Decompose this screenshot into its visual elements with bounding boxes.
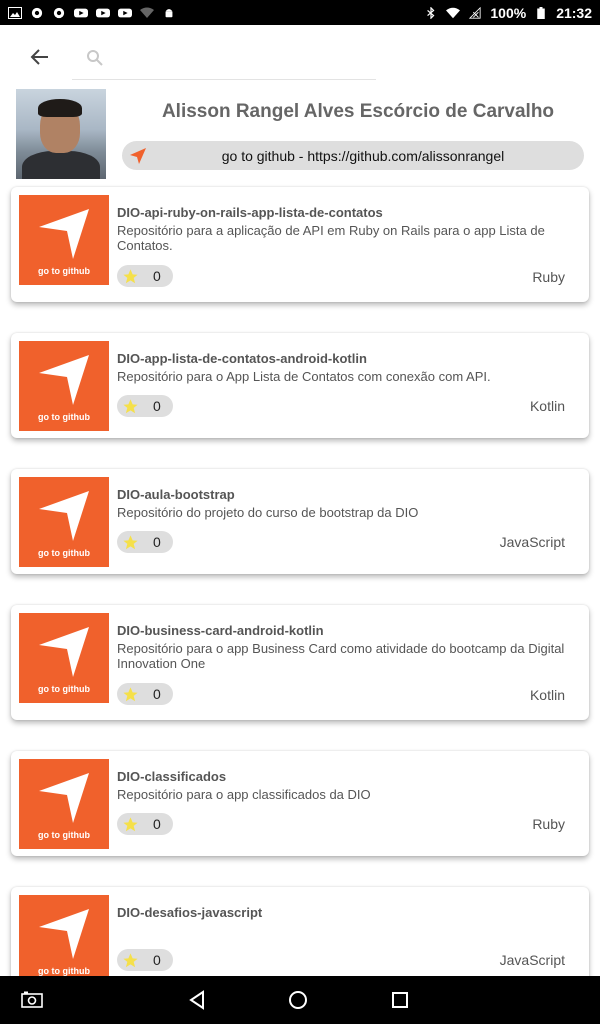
star-count: 0 <box>153 534 161 550</box>
navigation-arrow-icon <box>39 627 89 677</box>
navigation-arrow-icon <box>39 773 89 823</box>
system-status: 100% 21:32 <box>424 5 592 21</box>
repo-github-button[interactable]: go to github <box>19 759 109 849</box>
gallery-icon <box>8 6 22 19</box>
search-input[interactable] <box>112 48 362 72</box>
repo-github-button[interactable]: go to github <box>19 895 109 985</box>
screenshot-icon[interactable] <box>20 988 44 1012</box>
star-icon <box>123 953 138 968</box>
search-bar[interactable] <box>72 42 376 80</box>
home-nav-icon[interactable] <box>286 988 310 1012</box>
repo-card[interactable]: go to github DIO-desafios-javascript 0 J… <box>11 887 589 987</box>
app-bar <box>0 25 600 89</box>
star-count: 0 <box>153 686 161 702</box>
star-icon <box>123 399 138 414</box>
no-signal-icon <box>469 6 481 19</box>
youtube-icon <box>74 8 88 17</box>
wifi-icon <box>446 7 461 18</box>
star-count: 0 <box>153 268 161 284</box>
navigation-arrow-icon <box>39 909 89 959</box>
repo-language: Kotlin <box>529 687 565 703</box>
repo-title: DIO-aula-bootstrap <box>117 487 235 502</box>
android-icon <box>165 8 173 17</box>
repo-language: JavaScript <box>499 534 565 550</box>
repo-language: JavaScript <box>499 952 565 968</box>
repo-thumb-label: go to github <box>38 684 90 694</box>
repo-description: Repositório do projeto do curso de boots… <box>117 505 419 520</box>
star-icon <box>123 269 138 284</box>
chrome-icon <box>53 7 65 18</box>
repo-card[interactable]: go to github DIO-aula-bootstrap Repositó… <box>11 469 589 574</box>
repo-description: Repositório para o App Lista de Contatos… <box>117 369 491 384</box>
youtube-icon <box>118 8 132 17</box>
chrome-icon <box>31 7 43 18</box>
repo-thumb-label: go to github <box>38 830 90 840</box>
repo-description: Repositório para a aplicação de API em R… <box>117 223 545 253</box>
navigation-arrow-icon <box>39 491 89 541</box>
repo-title: DIO-api-ruby-on-rails-app-lista-de-conta… <box>117 205 383 220</box>
profile-name: Alisson Rangel Alves Escórcio de Carvalh… <box>161 101 555 122</box>
repo-title: DIO-business-card-android-kotlin <box>117 623 324 638</box>
repo-thumb-label: go to github <box>38 966 90 976</box>
repo-language: Ruby <box>532 269 565 285</box>
repo-github-button[interactable]: go to github <box>19 341 109 431</box>
navigation-arrow-icon <box>39 355 89 405</box>
repo-description: Repositório para o app Business Card com… <box>117 641 565 671</box>
star-count-badge: 0 <box>117 683 173 705</box>
star-count-badge: 0 <box>117 265 173 287</box>
arrow-back-icon <box>30 49 48 65</box>
star-icon <box>123 535 138 550</box>
star-count: 0 <box>153 952 161 968</box>
repo-thumb-label: go to github <box>38 548 90 558</box>
repo-github-button[interactable]: go to github <box>19 195 109 285</box>
repo-card[interactable]: go to github DIO-api-ruby-on-rails-app-l… <box>11 187 589 302</box>
github-profile-link[interactable]: go to github - https://github.com/alisso… <box>122 141 584 170</box>
repo-title: DIO-app-lista-de-contatos-android-kotlin <box>117 351 367 366</box>
navigation-arrow-icon <box>130 148 146 164</box>
back-nav-icon[interactable] <box>185 988 209 1012</box>
github-link-label: go to github - https://github.com/alisso… <box>221 147 505 164</box>
repo-github-button[interactable]: go to github <box>19 613 109 703</box>
repo-title: DIO-desafios-javascript <box>117 905 263 920</box>
avatar <box>16 89 106 179</box>
recents-nav-icon[interactable] <box>388 988 412 1012</box>
bluetooth-icon <box>427 6 435 19</box>
status-bar: 100% 21:32 <box>0 0 600 25</box>
star-icon <box>123 817 138 832</box>
system-nav-bar <box>0 976 600 1024</box>
star-count-badge: 0 <box>117 531 173 553</box>
clock: 21:32 <box>556 4 592 21</box>
search-icon <box>87 50 103 66</box>
repo-title: DIO-classificados <box>117 769 227 784</box>
star-icon <box>123 687 138 702</box>
navigation-arrow-icon <box>39 209 89 259</box>
star-count-badge: 0 <box>117 813 173 835</box>
star-count-badge: 0 <box>117 949 173 971</box>
repo-card[interactable]: go to github DIO-app-lista-de-contatos-a… <box>11 333 589 438</box>
star-count: 0 <box>153 816 161 832</box>
repo-card[interactable]: go to github DIO-classificados Repositór… <box>11 751 589 856</box>
repo-thumb-label: go to github <box>38 266 90 276</box>
battery-percent: 100% <box>490 4 527 21</box>
wifi-question-icon <box>140 7 154 18</box>
battery-icon <box>537 6 545 19</box>
star-count: 0 <box>153 398 161 414</box>
repo-language: Ruby <box>532 816 565 832</box>
star-count-badge: 0 <box>117 395 173 417</box>
repo-description: Repositório para o app classificados da … <box>117 787 371 802</box>
repo-card[interactable]: go to github DIO-business-card-android-k… <box>11 605 589 720</box>
repo-thumb-label: go to github <box>38 412 90 422</box>
repo-github-button[interactable]: go to github <box>19 477 109 567</box>
repo-language: Kotlin <box>529 398 565 414</box>
youtube-icon <box>96 8 110 17</box>
profile-header: Alisson Rangel Alves Escórcio de Carvalh… <box>0 89 600 181</box>
notification-icons <box>8 6 176 19</box>
back-button[interactable] <box>26 43 54 71</box>
